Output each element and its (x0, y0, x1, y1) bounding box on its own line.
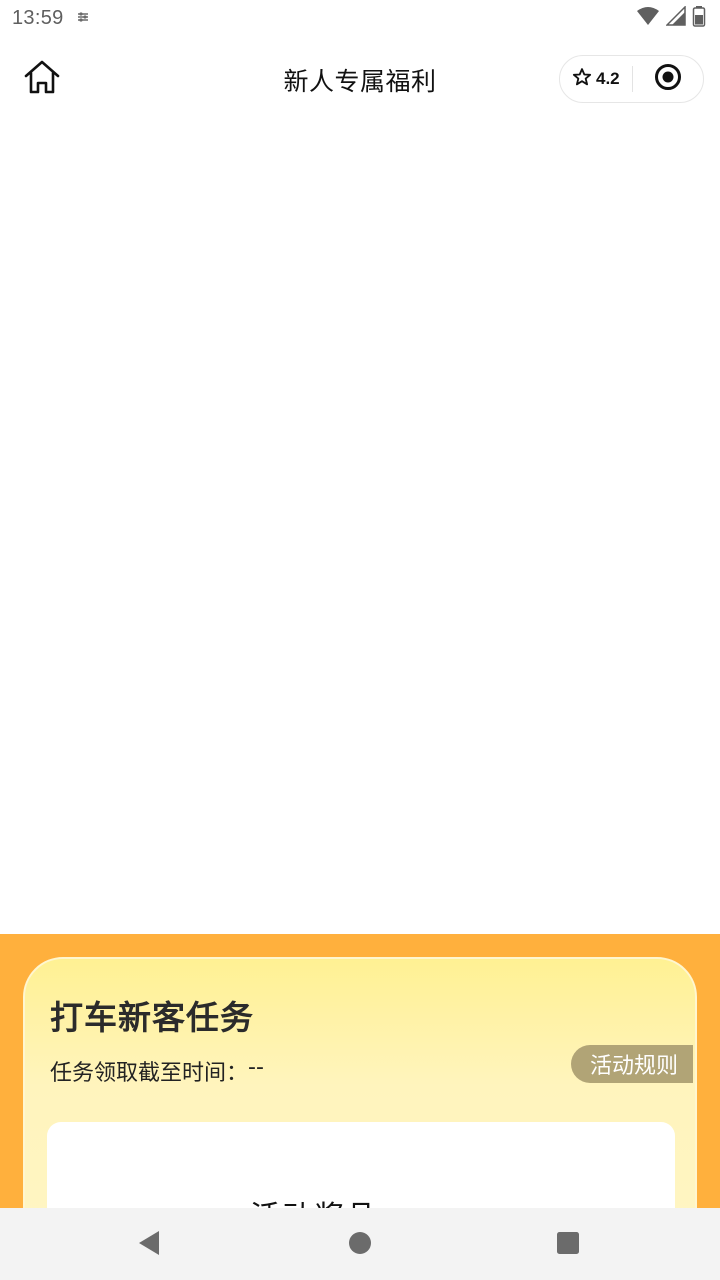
task-title: 打车新客任务 (50, 998, 254, 1037)
nav-bar: 新人专属福利 4.2 (0, 36, 720, 124)
rules-button[interactable]: 活动规则 (571, 1045, 693, 1083)
back-icon (137, 1230, 161, 1260)
battery-icon (692, 5, 706, 31)
status-bar: 13:59 (0, 0, 720, 36)
signal-icon (665, 5, 686, 30)
deadline-value: -- (248, 1055, 264, 1080)
mini-program-capsule: 4.2 (559, 55, 704, 103)
rating-value: 4.2 (596, 69, 620, 88)
promo-section: 打车新客任务 任务领取截至时间： -- 活动规则 活动奖品 (0, 934, 720, 1277)
recents-icon (556, 1231, 580, 1259)
system-nav-bar (0, 1208, 720, 1280)
back-button[interactable] (136, 1230, 162, 1260)
target-icon (654, 63, 682, 95)
deadline-row: 任务领取截至时间： -- (50, 1055, 264, 1087)
home-nav-button[interactable] (347, 1232, 373, 1258)
screen: 13:59 新人专属福利 4.2 打车新客任务 任务领取截至时间： -- 活动规… (0, 0, 720, 1280)
recents-button[interactable] (555, 1232, 581, 1258)
status-left: 13:59 (12, 7, 90, 30)
status-right (636, 5, 706, 31)
deadline-label: 任务领取截至时间： (50, 1061, 249, 1086)
status-time: 13:59 (12, 6, 64, 29)
rating-button[interactable]: 4.2 (560, 67, 632, 91)
close-mini-program-button[interactable] (633, 63, 703, 95)
home-circle-icon (348, 1231, 372, 1259)
wifi-icon (636, 6, 660, 30)
data-sync-icon (76, 9, 90, 28)
star-icon (572, 67, 592, 91)
